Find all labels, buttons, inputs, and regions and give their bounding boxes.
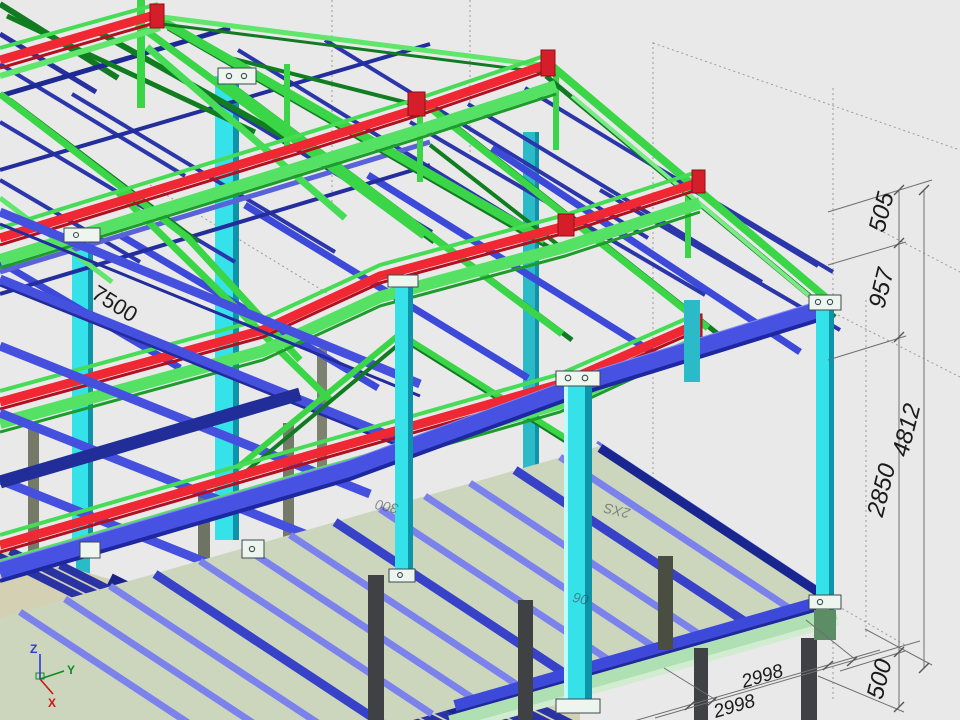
pile[interactable] bbox=[368, 575, 384, 720]
connection-plate bbox=[556, 371, 600, 386]
column-shade bbox=[88, 238, 93, 543]
column-shade bbox=[829, 302, 834, 610]
column-shade bbox=[408, 282, 413, 578]
structural-model-view: 300 2XS 06 7500 505 957 2850 500 4812 29… bbox=[0, 0, 960, 720]
pile[interactable] bbox=[801, 638, 817, 720]
column-shade bbox=[585, 380, 592, 712]
pile[interactable] bbox=[658, 556, 673, 650]
connection-plate bbox=[388, 275, 418, 287]
beam-splice-plate bbox=[408, 92, 425, 116]
connection-plate bbox=[218, 68, 256, 84]
x-axis-label: X bbox=[48, 696, 56, 710]
pile[interactable] bbox=[518, 600, 533, 720]
model-viewport[interactable]: 300 2XS 06 7500 505 957 2850 500 4812 29… bbox=[0, 0, 960, 720]
connection-plate bbox=[809, 595, 841, 609]
z-axis-label: Z bbox=[30, 642, 37, 656]
connection-plate bbox=[80, 542, 100, 558]
beam-end-cap bbox=[150, 4, 164, 28]
beam-end-cap bbox=[541, 50, 555, 76]
connection-plate bbox=[556, 699, 600, 713]
beam-end-cap bbox=[692, 170, 705, 193]
pile[interactable] bbox=[694, 648, 708, 720]
beam-splice-plate bbox=[558, 214, 574, 236]
column-highlight bbox=[564, 380, 568, 712]
steel-column-cyan[interactable] bbox=[684, 300, 700, 382]
connection-plate bbox=[64, 228, 100, 242]
connection-plate bbox=[242, 540, 264, 558]
y-axis-label: Y bbox=[67, 663, 75, 677]
connection-plate bbox=[809, 295, 841, 310]
